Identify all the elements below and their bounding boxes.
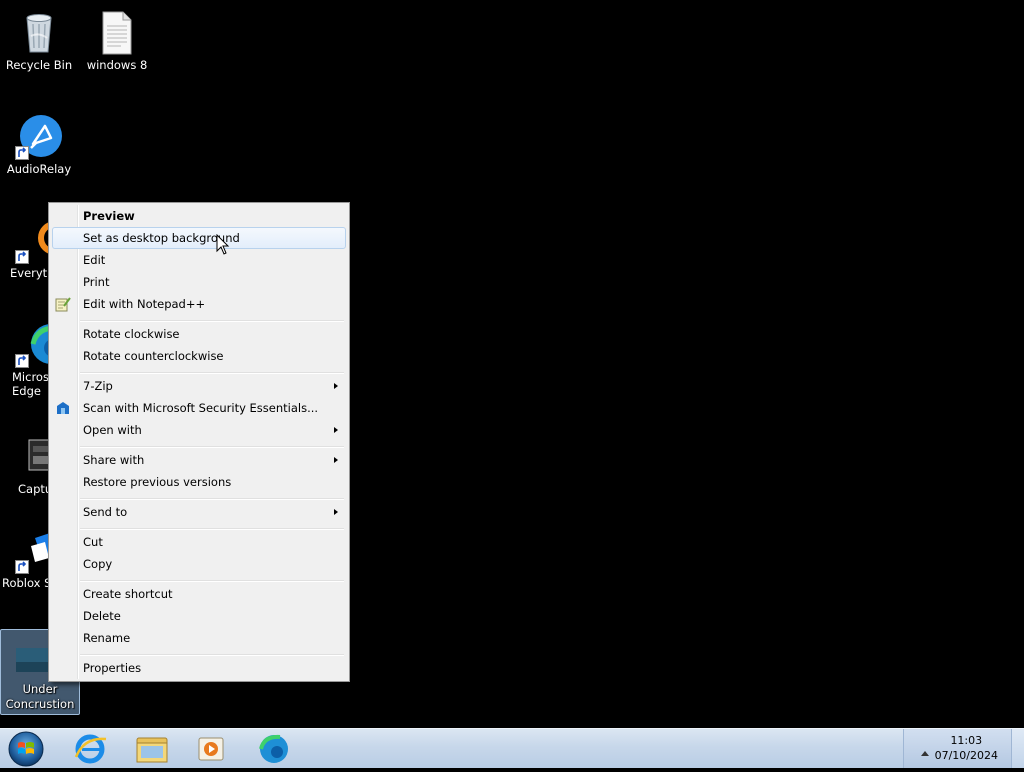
clock[interactable]: 11:03 07/10/2024	[935, 733, 998, 763]
menu-item-label: Properties	[83, 661, 142, 675]
menu-item-label: Open with	[83, 423, 142, 437]
menu-item-label: Rotate counterclockwise	[83, 349, 224, 363]
desktop-icon-audiorelay[interactable]: AudioRelay	[0, 106, 78, 177]
menu-item-cut[interactable]: Cut	[52, 531, 346, 553]
menu-item-label: Delete	[83, 609, 121, 623]
menu-item-edit[interactable]: Edit	[52, 249, 346, 271]
text-file-icon	[93, 8, 141, 56]
menu-item-label: Scan with Microsoft Security Essentials.…	[83, 401, 319, 415]
desktop-icon-label: Under Concrustion	[5, 682, 75, 711]
show-desktop-button[interactable]	[1011, 729, 1024, 768]
submenu-arrow-icon	[334, 509, 338, 515]
menu-separator	[80, 320, 344, 322]
menu-item-delete[interactable]: Delete	[52, 605, 346, 627]
menu-item-label: 7-Zip	[83, 379, 113, 393]
menu-item-7zip[interactable]: 7-Zip	[52, 375, 346, 397]
shortcut-arrow-icon	[15, 146, 29, 160]
submenu-arrow-icon	[334, 383, 338, 389]
mouse-pointer-icon	[216, 233, 230, 256]
context-menu: Preview Set as desktop background Edit P…	[48, 202, 350, 682]
desktop-icon-label: AudioRelay	[6, 162, 72, 176]
audiorelay-icon	[15, 112, 63, 160]
menu-item-preview[interactable]: Preview	[52, 205, 346, 227]
clock-time: 11:03	[950, 734, 983, 747]
menu-item-rotate-clockwise[interactable]: Rotate clockwise	[52, 323, 346, 345]
menu-item-rename[interactable]: Rename	[52, 627, 346, 649]
show-hidden-icons-button[interactable]	[920, 742, 930, 761]
menu-item-label: Restore previous versions	[83, 475, 232, 489]
shortcut-arrow-icon	[15, 354, 29, 368]
menu-item-label: Print	[83, 275, 110, 289]
menu-separator	[80, 498, 344, 500]
menu-item-create-shortcut[interactable]: Create shortcut	[52, 583, 346, 605]
menu-item-set-desktop-background[interactable]: Set as desktop background	[52, 227, 346, 249]
menu-item-rotate-counterclockwise[interactable]: Rotate counterclockwise	[52, 345, 346, 367]
internet-explorer-icon	[74, 734, 107, 764]
shortcut-arrow-icon	[15, 560, 29, 574]
menu-item-label: Share with	[83, 453, 145, 467]
clock-date: 07/10/2024	[934, 749, 998, 762]
desktop-icon-label: windows 8	[86, 58, 148, 72]
system-tray: 11:03 07/10/2024	[903, 729, 1024, 768]
menu-item-label: Rotate clockwise	[83, 327, 180, 341]
taskbar-file-explorer[interactable]	[124, 731, 180, 767]
desktop-icon-recycle-bin[interactable]: Recycle Bin	[0, 2, 78, 73]
taskbar: 11:03 07/10/2024	[0, 728, 1024, 768]
desktop-icon-windows-8[interactable]: windows 8	[78, 2, 156, 73]
start-button[interactable]	[4, 730, 48, 768]
windows-logo-icon	[8, 731, 44, 767]
media-player-icon	[198, 737, 224, 761]
menu-item-label: Preview	[83, 209, 135, 223]
menu-separator	[80, 654, 344, 656]
file-explorer-icon	[136, 737, 168, 763]
menu-item-restore-previous-versions[interactable]: Restore previous versions	[52, 471, 346, 493]
security-essentials-icon	[55, 400, 71, 416]
menu-item-label: Rename	[83, 631, 131, 645]
menu-item-open-with[interactable]: Open with	[52, 419, 346, 441]
menu-item-scan-mse[interactable]: Scan with Microsoft Security Essentials.…	[52, 397, 346, 419]
recycle-bin-icon	[15, 8, 63, 56]
taskbar-internet-explorer[interactable]	[62, 731, 118, 767]
shortcut-arrow-icon	[15, 250, 29, 264]
menu-item-label: Copy	[83, 557, 113, 571]
menu-item-send-to[interactable]: Send to	[52, 501, 346, 523]
submenu-arrow-icon	[334, 457, 338, 463]
taskbar-edge[interactable]	[246, 731, 302, 767]
edge-icon	[259, 734, 288, 763]
menu-item-print[interactable]: Print	[52, 271, 346, 293]
notepadpp-icon	[55, 296, 71, 312]
menu-separator	[80, 372, 344, 374]
menu-item-edit-notepadpp[interactable]: Edit with Notepad++	[52, 293, 346, 315]
menu-item-share-with[interactable]: Share with	[52, 449, 346, 471]
taskbar-media-player[interactable]	[184, 731, 240, 767]
menu-item-label: Cut	[83, 535, 103, 549]
menu-item-copy[interactable]: Copy	[52, 553, 346, 575]
menu-separator	[80, 580, 344, 582]
menu-separator	[80, 528, 344, 530]
menu-item-label: Create shortcut	[83, 587, 173, 601]
desktop-icon-label: Recycle Bin	[5, 58, 73, 72]
menu-separator	[80, 446, 344, 448]
menu-item-properties[interactable]: Properties	[52, 657, 346, 679]
menu-item-label: Edit with Notepad++	[83, 297, 206, 311]
submenu-arrow-icon	[334, 427, 338, 433]
menu-item-label: Send to	[83, 505, 128, 519]
menu-item-label: Edit	[83, 253, 106, 267]
desktop-icon-label: Micros Edge	[12, 370, 48, 398]
